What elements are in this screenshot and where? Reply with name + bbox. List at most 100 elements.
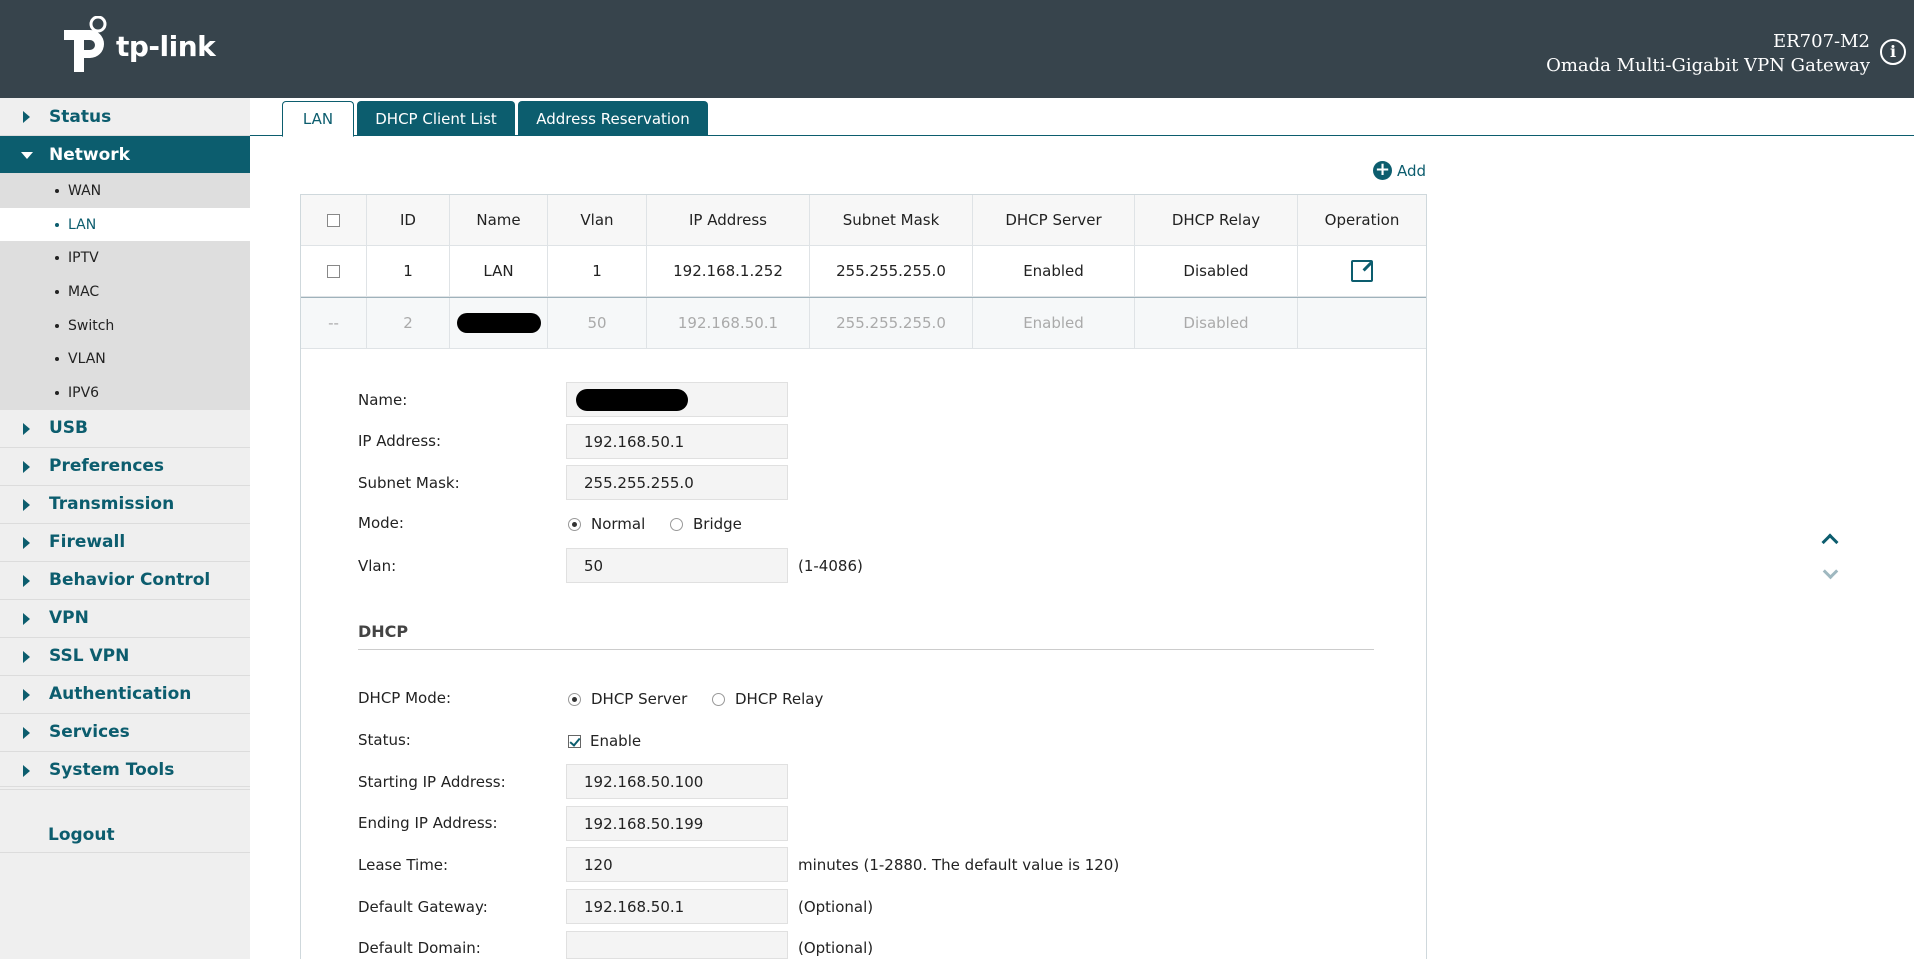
sidebar-item-usb[interactable]: USB [0, 410, 250, 448]
vlan-label: Vlan: [358, 557, 397, 575]
default-domain-input[interactable] [566, 931, 788, 959]
submenu-item-iptv[interactable]: IPTV [0, 241, 250, 275]
dhcp-relay-radio[interactable]: DHCP Relay [712, 690, 823, 708]
tab-bar: LAN DHCP Client List Address Reservation [250, 98, 1914, 137]
lease-time-label: Lease Time: [358, 856, 449, 874]
submenu-item-switch[interactable]: Switch [0, 309, 250, 343]
subnet-mask-input[interactable]: 255.255.255.0 [566, 465, 788, 500]
tp-link-logo: tp-link [56, 16, 216, 72]
cell-ip-address: 192.168.1.252 [647, 246, 810, 296]
status-label: Status: [358, 731, 411, 749]
sidebar-item-firewall[interactable]: Firewall [0, 524, 250, 562]
cell-dhcp-server: Enabled [973, 246, 1135, 296]
caret-down-icon [21, 152, 33, 159]
submenu-item-lan[interactable]: LAN [0, 207, 250, 242]
name-input[interactable] [566, 382, 788, 417]
header-id: ID [367, 195, 450, 245]
scroll-up-icon[interactable] [1821, 533, 1839, 551]
redacted-name [456, 313, 541, 333]
sidebar-item-ssl-vpn[interactable]: SSL VPN [0, 638, 250, 676]
sidebar-item-system-tools[interactable]: System Tools [0, 752, 250, 790]
tab-lan[interactable]: LAN [282, 101, 354, 137]
divider [0, 786, 250, 787]
header-ip-address: IP Address [647, 195, 810, 245]
edit-icon[interactable] [1351, 260, 1373, 282]
mode-label: Mode: [358, 514, 404, 532]
dhcp-server-radio[interactable]: DHCP Server [568, 690, 687, 708]
table-header-row: ID Name Vlan IP Address Subnet Mask DHCP… [301, 195, 1426, 246]
dhcp-section-title: DHCP [358, 622, 409, 641]
default-gateway-label: Default Gateway: [358, 898, 488, 916]
mode-bridge-radio[interactable]: Bridge [670, 515, 742, 533]
lease-time-input[interactable]: 120 [566, 847, 788, 882]
sidebar-item-authentication[interactable]: Authentication [0, 676, 250, 714]
submenu-item-ipv6[interactable]: IPV6 [0, 376, 250, 410]
caret-right-icon [23, 764, 30, 777]
starting-ip-input[interactable]: 192.168.50.100 [566, 764, 788, 799]
subnet-mask-label: Subnet Mask: [358, 474, 460, 492]
cell-id: 2 [367, 298, 450, 348]
name-label: Name: [358, 391, 408, 409]
cell-vlan: 1 [548, 246, 647, 296]
cell-operation [1298, 246, 1426, 296]
divider [358, 649, 1374, 650]
dhcp-mode-label: DHCP Mode: [358, 689, 452, 707]
sidebar-item-services[interactable]: Services [0, 714, 250, 752]
submenu-item-vlan[interactable]: VLAN [0, 342, 250, 376]
cell-dhcp-server: Enabled [973, 298, 1135, 348]
cell-vlan: 50 [548, 298, 647, 348]
ip-address-input[interactable]: 192.168.50.1 [566, 424, 788, 459]
default-gateway-input[interactable]: 192.168.50.1 [566, 889, 788, 924]
header-select-all [301, 195, 367, 245]
plus-circle-icon: + [1373, 159, 1392, 180]
ending-ip-input[interactable]: 192.168.50.199 [566, 806, 788, 841]
radio-checked-icon [568, 517, 581, 531]
select-all-checkbox[interactable] [327, 213, 340, 227]
cell-operation [1298, 298, 1426, 348]
vlan-input[interactable]: 50 [566, 548, 788, 583]
submenu-item-mac[interactable]: MAC [0, 275, 250, 309]
radio-unchecked-icon [712, 692, 725, 706]
header-name: Name [450, 195, 548, 245]
sidebar-item-vpn[interactable]: VPN [0, 600, 250, 638]
checkbox-checked-icon [568, 734, 581, 748]
header-operation: Operation [1324, 211, 1400, 229]
default-domain-label: Default Domain: [358, 939, 481, 957]
submenu-item-wan[interactable]: WAN [0, 174, 250, 208]
header-vlan: Vlan [548, 195, 647, 245]
scroll-down-icon[interactable] [1822, 563, 1839, 580]
tab-address-reservation[interactable]: Address Reservation [518, 101, 708, 136]
caret-right-icon [23, 574, 30, 587]
info-icon[interactable]: i [1880, 39, 1906, 65]
ending-ip-label: Ending IP Address: [358, 814, 498, 832]
sidebar-item-behavior-control[interactable]: Behavior Control [0, 562, 250, 600]
radio-checked-icon [568, 692, 581, 706]
network-submenu: WAN LAN IPTV MAC Switch VLAN IPV6 [0, 174, 250, 410]
tab-dhcp-client-list[interactable]: DHCP Client List [357, 101, 515, 136]
tp-link-logo-icon [64, 16, 107, 72]
cell-select: -- [301, 298, 367, 348]
sidebar-item-network[interactable]: Network [0, 136, 250, 174]
header-dhcp-relay: DHCP Relay [1135, 195, 1298, 245]
caret-right-icon [23, 688, 30, 701]
logout-link[interactable]: Logout [48, 825, 115, 845]
sidebar-item-preferences[interactable]: Preferences [0, 448, 250, 486]
caret-right-icon [23, 612, 30, 625]
starting-ip-label: Starting IP Address: [358, 773, 506, 791]
header-subnet-mask: Subnet Mask [810, 195, 973, 245]
model-number: ER707-M2 [1772, 31, 1870, 52]
brand-name: tp-link [116, 29, 216, 63]
cell-id: 1 [367, 246, 450, 296]
sidebar-item-status[interactable]: Status [0, 98, 250, 136]
row-checkbox[interactable] [327, 264, 340, 278]
header-dhcp-server: DHCP Server [973, 195, 1135, 245]
add-label: Add [1397, 161, 1427, 180]
lan-table-panel: ID Name Vlan IP Address Subnet Mask DHCP… [300, 194, 1427, 959]
status-enable-checkbox[interactable]: Enable [568, 732, 641, 750]
mode-normal-radio[interactable]: Normal [568, 515, 645, 533]
sidebar-item-transmission[interactable]: Transmission [0, 486, 250, 524]
caret-right-icon [23, 726, 30, 739]
redacted-name [576, 388, 688, 411]
vlan-range-hint: (1-4086) [798, 557, 863, 575]
add-button[interactable]: + Add [1373, 161, 1426, 180]
